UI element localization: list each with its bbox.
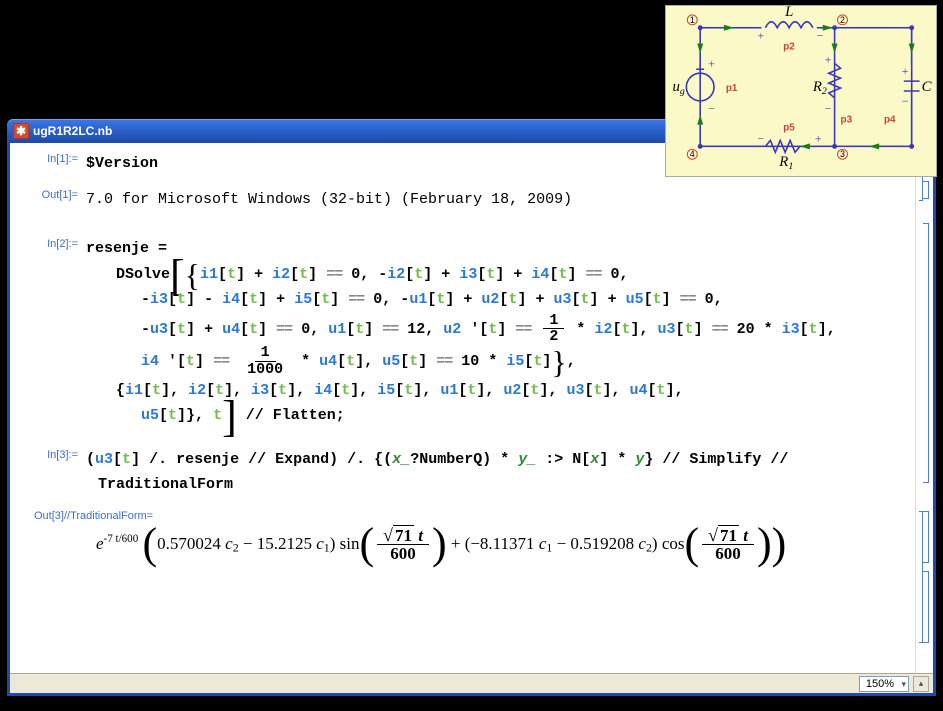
svg-text:L: L [784,6,793,20]
zoom-select[interactable]: 150% [859,676,909,692]
svg-text:1: 1 [690,15,695,25]
window-title: ugR1R2LC.nb [33,124,112,138]
svg-text:−: − [825,102,832,116]
out-label-1: Out[1]= [16,187,86,201]
svg-text:p4: p4 [884,115,896,126]
svg-text:R1: R1 [778,154,793,172]
svg-text:p5: p5 [783,123,795,134]
coef: 0.570024 [157,533,221,552]
svg-text:ug: ug [673,79,685,97]
svg-text:+: + [708,56,715,70]
cell-group-bracket[interactable] [919,511,923,643]
zoom-value: 150% [866,678,894,690]
svg-text:3: 3 [840,149,845,159]
cell-bracket[interactable] [923,223,929,483]
c-var: c [638,533,646,552]
frac-den: 2 [543,329,564,345]
svg-text:+: + [758,29,765,43]
code-text: $Version [86,155,158,172]
circuit-diagram: 1 2 3 4 + − + − + − + − − + L C R2 R1 ug… [665,5,937,177]
in-cell-3[interactable]: (u3[t] /. resenje // Expand) /. {(x_?Num… [86,447,909,498]
svg-text:+: + [815,131,822,145]
svg-text:2: 2 [840,15,845,25]
frac-num: 1 [255,345,276,362]
cell-bracket[interactable] [923,571,929,643]
fn-sin: sin [340,533,360,552]
frac-num: 1 [543,313,564,330]
scroll-up-button[interactable]: ▴ [913,676,929,692]
exp-superscript: -7 t/600 [104,533,139,545]
fn-cos: cos [662,533,685,552]
out-cell-3[interactable]: e-7 t/600 (0.570024 c2 − 15.2125 c1) sin… [16,526,909,564]
app-icon: ✱ [13,123,29,139]
flatten-postfix: // Flatten; [246,407,345,424]
cell-bracket-column [915,143,933,673]
svg-text:−: − [817,29,824,43]
notebook-area[interactable]: In[1]:= $Version Out[1]= 7.0 for Microso… [10,143,915,673]
svg-text:p2: p2 [783,41,795,52]
status-bar: 150% ▴ [10,673,933,693]
ivar: t [213,407,222,424]
svg-text:+: + [825,52,832,66]
t-var: t [418,526,423,545]
output-text: 7.0 for Microsoft Windows (32-bit) (Febr… [86,191,572,208]
plus: + [451,533,461,552]
sqrt-arg: 71 [718,525,739,545]
coef: (−8.11371 [465,533,535,552]
svg-text:+: + [902,64,909,78]
svg-text:4: 4 [690,149,695,159]
fn-dsolve: DSolve [116,266,170,283]
cell-bracket[interactable] [923,181,929,199]
code-text: resenje = [86,240,167,257]
frac-den: 1000 [241,362,289,378]
notebook-frame: In[1]:= $Version Out[1]= 7.0 for Microso… [7,143,936,696]
coef: − 0.519208 [557,533,635,552]
circuit-svg: 1 2 3 4 + − + − + − + − − + L C R2 R1 ug… [666,6,936,176]
in-label-3: In[3]:= [16,447,86,461]
coef: − 15.2125 [243,533,312,552]
svg-text:p1: p1 [726,83,738,94]
frac-den: 600 [384,545,422,563]
c-var: c [316,533,324,552]
svg-text:R2: R2 [812,79,827,97]
in-cell-2[interactable]: resenje = DSolve[{i1[t] + i2[t] == 0, -i… [86,236,909,429]
in-label-2: In[2]:= [16,236,86,250]
frac-den: 600 [709,545,747,563]
svg-text:−: − [758,131,765,145]
svg-text:p3: p3 [841,115,853,126]
in-label-1: In[1]:= [16,151,86,165]
svg-text:C: C [922,79,933,95]
out-cell-1[interactable]: 7.0 for Microsoft Windows (32-bit) (Febr… [86,187,909,213]
t-var: t [743,526,748,545]
c-var: c [225,533,233,552]
tform-text: TraditionalForm [98,476,233,493]
cell-bracket[interactable] [923,511,929,563]
sqrt-arg: 71 [393,525,414,545]
svg-text:−: − [902,94,909,108]
svg-text:−: − [708,102,715,116]
